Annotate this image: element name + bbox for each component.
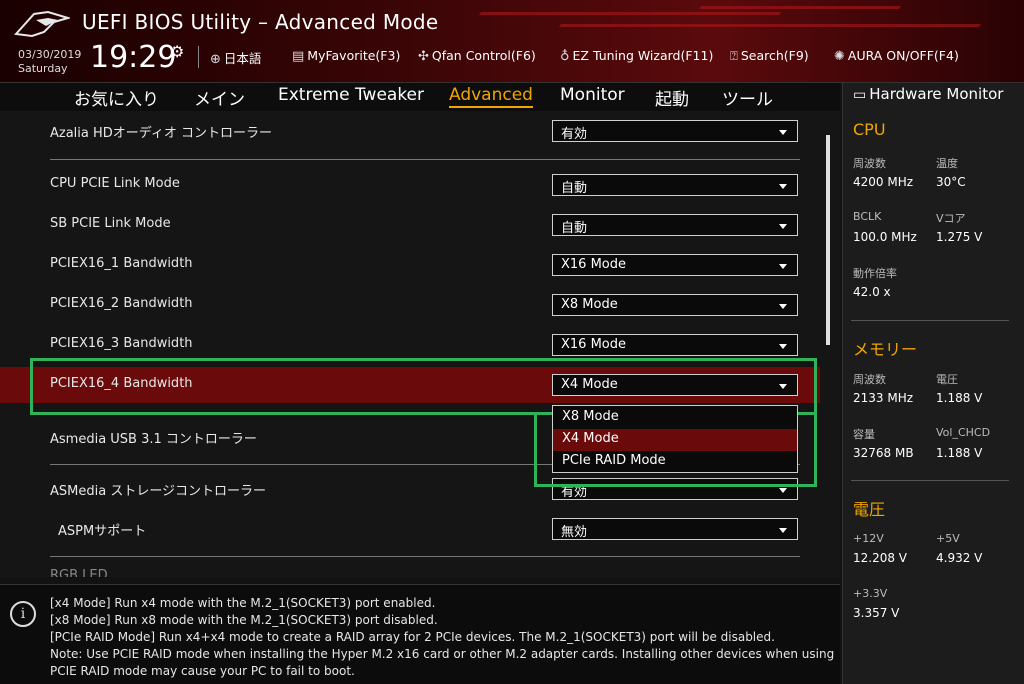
v5-value: 4.932 V [936,551,983,565]
chevron-down-icon [779,264,787,269]
globe-icon: ⊕ [210,52,221,67]
tab-monitor[interactable]: Monitor [560,85,625,105]
info-text: [PCIe RAID Mode] Run x4+x4 mode to creat… [50,630,775,644]
azalia-select[interactable]: 有効 [552,120,798,142]
qfan-control-button[interactable]: ✣ Qfan Control(F6) [418,48,536,64]
settings-panel: Azalia HDオーディオ コントローラー 有効 CPU PCIE Link … [0,111,840,577]
title-bar: UEFI BIOS Utility – Advanced Mode 03/30/… [0,0,1024,83]
fan-icon: ✣ [418,49,429,64]
dropdown-option[interactable]: PCIe RAID Mode [553,451,797,473]
cpu-freq-value: 4200 MHz [853,175,914,189]
scrollbar[interactable] [826,135,830,345]
app-title: UEFI BIOS Utility – Advanced Mode [82,10,439,34]
setting-label: RGB LED [50,568,108,577]
vcore-label: Vコア [936,212,966,225]
memory-heading: メモリー [853,340,918,359]
tab-main[interactable]: メイン [194,85,245,110]
setting-label: ASPMサポート [58,524,147,539]
setting-label: Asmedia USB 3.1 コントローラー [50,432,257,447]
chevron-down-icon [779,488,787,493]
tab-boot[interactable]: 起動 [655,85,689,110]
hardware-monitor-panel: ▭ Hardware Monitor CPU 周波数 温度 4200 MHz 30… [842,83,1024,684]
vol-chcd-label: Vol_CHCD [936,426,991,439]
help-info-panel: i [x4 Mode] Run x4 mode with the M.2_1(S… [0,584,840,684]
chevron-down-icon [779,184,787,189]
ratio-label: 動作倍率 [853,267,897,280]
vol-chcd-value: 1.188 V [936,446,983,460]
divider [851,320,1009,321]
search-button[interactable]: ⍰ Search(F9) [730,48,809,64]
clock: 19:29 [90,40,177,75]
tab-tool[interactable]: ツール [722,85,773,110]
mem-volt-label: 電圧 [936,373,958,386]
mem-volt-value: 1.188 V [936,391,983,405]
v12-value: 12.208 V [853,551,908,565]
cpu-pcie-link-select[interactable]: 自動 [552,174,798,196]
setting-label: ASMedia ストレージコントローラー [50,484,267,499]
dropdown-option-selected[interactable]: X4 Mode [553,429,797,451]
chevron-down-icon [779,528,787,533]
info-text: Note: Use PCIE RAID mode when installing… [50,647,835,661]
mem-cap-label: 容量 [853,428,875,441]
info-text: [x4 Mode] Run x4 mode with the M.2_1(SOC… [50,596,436,610]
chevron-down-icon [779,304,787,309]
divider [851,480,1009,481]
setting-label: PCIEX16_2 Bandwidth [50,296,193,311]
lightbulb-icon: ♁ [560,49,570,64]
v33-value: 3.357 V [853,606,900,620]
day: Saturday [18,62,68,75]
cpu-temp-label: 温度 [936,157,958,170]
setting-label: SB PCIE Link Mode [50,216,171,231]
search-help-icon: ⍰ [730,49,738,64]
monitor-icon: ▭ [853,87,867,103]
tab-extreme-tweaker[interactable]: Extreme Tweaker [278,85,424,105]
ez-tuning-wizard-button[interactable]: ♁ EZ Tuning Wizard(F11) [560,48,713,64]
v12-label: +12V [853,532,884,545]
bandwidth-dropdown-list: X8 Mode X4 Mode PCIe RAID Mode [552,405,798,473]
v5-label: +5V [936,532,960,545]
divider [50,159,800,160]
main-menu-tabs: お気に入り メイン Extreme Tweaker Advanced Monit… [0,83,840,111]
cpu-heading: CPU [853,120,886,139]
info-text: PCIE RAID mode may cause your PC to fail… [50,664,355,678]
setting-label: CPU PCIE Link Mode [50,176,180,191]
mem-cap-value: 32768 MB [853,446,914,460]
tab-favorites[interactable]: お気に入り [74,85,159,110]
date: 03/30/2019 [18,48,82,61]
myfavorite-button[interactable]: ▤ MyFavorite(F3) [292,48,400,64]
rog-logo-icon [14,10,70,38]
pciex16-1-select[interactable]: X16 Mode [552,254,798,276]
chevron-down-icon [779,130,787,135]
divider [50,556,800,557]
aura-light-icon: ✺ [834,49,845,64]
vcore-value: 1.275 V [936,230,983,244]
pciex16-2-select[interactable]: X8 Mode [552,294,798,316]
voltage-heading: 電圧 [853,500,886,519]
info-text: [x8 Mode] Run x8 mode with the M.2_1(SOC… [50,613,438,627]
cpu-temp-value: 30°C [936,175,966,189]
bclk-label: BCLK [853,210,882,223]
favorite-list-icon: ▤ [292,49,305,64]
setting-label: Azalia HDオーディオ コントローラー [50,126,273,141]
language-button[interactable]: ⊕ 日本語 [210,48,261,67]
cpu-freq-label: 周波数 [853,157,886,170]
aspm-select[interactable]: 無効 [552,518,798,540]
bclk-value: 100.0 MHz [853,230,917,244]
dropdown-option[interactable]: X8 Mode [553,407,797,429]
tab-advanced[interactable]: Advanced [449,85,533,108]
setting-label: PCIEX16_3 Bandwidth [50,336,193,351]
pciex16-3-select[interactable]: X16 Mode [552,334,798,356]
gear-icon[interactable]: ⚙ [170,42,184,61]
chevron-down-icon [779,344,787,349]
v33-label: +3.3V [853,587,888,600]
hardware-monitor-title: ▭ Hardware Monitor [853,85,1004,103]
chevron-down-icon [779,224,787,229]
ratio-value: 42.0 x [853,285,891,299]
aura-toggle-button[interactable]: ✺ AURA ON/OFF(F4) [834,48,959,64]
mem-freq-value: 2133 MHz [853,391,914,405]
sb-pcie-link-select[interactable]: 自動 [552,214,798,236]
setting-label: PCIEX16_1 Bandwidth [50,256,193,271]
info-icon: i [10,601,36,627]
mem-freq-label: 周波数 [853,373,886,386]
